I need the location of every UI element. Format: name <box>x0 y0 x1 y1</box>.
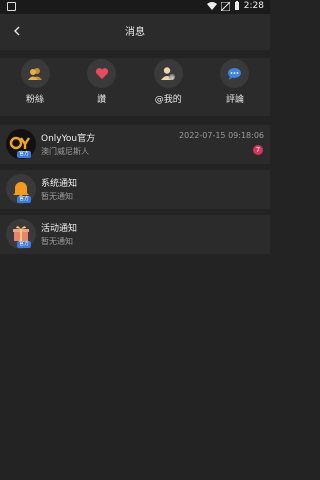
top-bar: 消息 <box>0 14 270 50</box>
message-list: 官方 OnlyYou官方 澳门威尼斯人 2022-07-15 09:18:06 … <box>0 125 270 254</box>
mentions-button[interactable]: @ @我的 <box>151 58 185 116</box>
avatar: 官方 <box>6 174 36 204</box>
page-title: 消息 <box>125 27 145 38</box>
message-time: 2022-07-15 09:18:06 <box>179 131 264 140</box>
wifi-icon <box>206 2 217 10</box>
list-item[interactable]: 官方 系统通知 暂无通知 <box>0 170 270 209</box>
status-time: 2:28 <box>243 1 264 11</box>
quick-actions: 粉絲 讚 @ @我的 評論 <box>0 58 270 116</box>
fans-icon-circle <box>20 59 50 88</box>
message-preview: 暂无通知 <box>41 237 73 246</box>
heart-icon <box>95 68 108 79</box>
comments-label: 評論 <box>225 95 244 105</box>
likes-button[interactable]: 讚 <box>85 58 119 116</box>
comment-icon <box>228 67 242 80</box>
likes-icon-circle <box>87 59 117 88</box>
official-tag: 官方 <box>17 151 32 158</box>
list-item[interactable]: 官方 活动通知 暂无通知 <box>0 215 270 254</box>
message-title: 系统通知 <box>41 179 78 189</box>
status-bar: 2:28 <box>0 0 270 14</box>
message-preview: 暂无通知 <box>41 192 73 201</box>
comments-icon-circle <box>220 59 250 88</box>
fans-label: 粉絲 <box>25 95 44 105</box>
avatar: 官方 <box>6 129 36 159</box>
notification-icon <box>7 2 16 11</box>
official-tag: 官方 <box>17 196 32 203</box>
mentions-icon-circle: @ <box>153 59 183 88</box>
message-title: OnlyYou官方 <box>41 134 96 144</box>
fans-button[interactable]: 粉絲 <box>18 58 52 116</box>
signal-icon <box>220 1 230 11</box>
message-preview: 澳门威尼斯人 <box>41 147 89 156</box>
battery-icon <box>234 1 239 10</box>
fans-icon <box>28 67 42 80</box>
unread-badge: 7 <box>253 145 263 155</box>
status-icons: 2:28 <box>206 1 264 11</box>
avatar: 官方 <box>6 219 36 249</box>
list-item[interactable]: 官方 OnlyYou官方 澳门威尼斯人 2022-07-15 09:18:06 … <box>0 125 270 164</box>
mentions-label: @我的 <box>154 95 182 105</box>
svg-text:@: @ <box>170 75 174 80</box>
message-title: 活动通知 <box>41 224 78 234</box>
mention-icon: @ <box>161 67 176 80</box>
comments-button[interactable]: 評論 <box>218 58 252 116</box>
official-tag: 官方 <box>17 241 32 248</box>
likes-label: 讚 <box>97 95 107 105</box>
